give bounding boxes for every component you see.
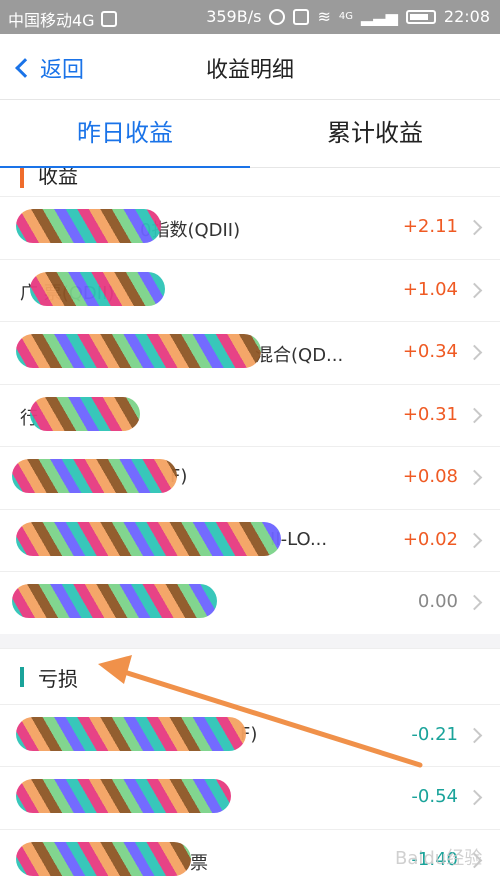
gallery-icon — [100, 11, 117, 27]
fund-income: +0.08 — [402, 466, 458, 487]
section-accent-bar — [20, 666, 24, 687]
redaction-scribble — [16, 779, 231, 813]
fund-row[interactable]: 行 +0.31 — [0, 383, 500, 446]
section-accent-bar — [20, 168, 24, 188]
fund-row[interactable]: 0.00 — [0, 571, 500, 634]
redaction-scribble — [30, 271, 165, 306]
tab-bar: 昨日收益 累计收益 — [0, 100, 500, 169]
page-title: 收益明细 — [205, 58, 294, 83]
redaction-scribble — [16, 716, 246, 751]
fund-row[interactable]: F) -0.21 — [0, 703, 500, 766]
redaction-scribble — [12, 459, 177, 493]
network-speed: 359B/s — [206, 7, 262, 26]
fund-row[interactable]: F) +0.08 — [0, 446, 500, 509]
chevron-right-icon — [466, 852, 483, 868]
wifi-icon: ≋ — [317, 7, 331, 26]
hd-icon — [293, 8, 310, 25]
fund-loss: -1.40 — [411, 848, 458, 870]
clock: 22:08 — [443, 7, 490, 26]
tab-cumulative[interactable]: 累计收益 — [250, 100, 500, 168]
section-divider — [0, 633, 500, 648]
fund-loss: -0.21 — [411, 723, 458, 745]
fund-income: +2.11 — [402, 216, 458, 237]
gain-section: 收益 0指数(QDII) +2.11 广 票(QDII) +1.04 混合(QD… — [0, 168, 500, 634]
redaction-scribble — [16, 841, 191, 876]
tab-yesterday[interactable]: 昨日收益 — [0, 100, 250, 169]
fund-income: 0.00 — [417, 591, 458, 612]
gain-section-header: 收益 — [0, 168, 500, 196]
loss-section-title: 亏损 — [38, 666, 78, 691]
fund-income: +0.34 — [402, 341, 458, 362]
fund-income: +0.02 — [402, 528, 458, 550]
chevron-right-icon — [466, 407, 483, 423]
chevron-right-icon — [466, 727, 483, 743]
alarm-icon — [269, 8, 286, 25]
chevron-right-icon — [466, 219, 483, 236]
fund-row[interactable]: 混合(QD... +0.34 — [0, 321, 500, 384]
status-bar: 中国移动4G 359B/s ≋ 4G ▂▃▅ 22:08 — [0, 0, 500, 34]
fund-row[interactable]: 广 票(QDII) +1.04 — [0, 258, 500, 321]
chevron-right-icon — [466, 532, 483, 548]
redaction-scribble — [30, 396, 140, 431]
signal-icon: ▂▃▅ — [360, 7, 398, 26]
gain-section-title: 收益 — [38, 168, 78, 188]
fund-row[interactable]: 票 -1.40 — [0, 828, 500, 889]
fund-row[interactable]: 0指数(QDII) +2.11 — [0, 196, 500, 259]
carrier-label: 中国移动4G — [8, 11, 95, 30]
fund-income: +0.31 — [402, 403, 458, 425]
fund-loss: -0.54 — [411, 786, 458, 807]
nav-bar: 返回 收益明细 — [0, 34, 500, 100]
redaction-scribble — [12, 584, 217, 618]
loss-section: 亏损 F) -0.21 -0.54 票 -1.40 — [0, 647, 500, 889]
redaction-scribble — [16, 521, 281, 556]
chevron-right-icon — [466, 594, 483, 611]
fund-row[interactable]: -0.54 — [0, 766, 500, 829]
network-type: 4G — [338, 11, 353, 22]
redaction-scribble — [16, 209, 161, 243]
chevron-right-icon — [466, 789, 483, 806]
fund-row[interactable]: II-LO... +0.02 — [0, 508, 500, 571]
loss-section-header: 亏损 — [0, 647, 500, 704]
income-list[interactable]: 收益 0指数(QDII) +2.11 广 票(QDII) +1.04 混合(QD… — [0, 168, 500, 889]
fund-income: +1.04 — [402, 278, 458, 300]
chevron-right-icon — [466, 469, 483, 486]
chevron-right-icon — [466, 344, 483, 361]
battery-icon — [405, 9, 436, 24]
chevron-right-icon — [466, 282, 483, 298]
redaction-scribble — [16, 334, 261, 368]
